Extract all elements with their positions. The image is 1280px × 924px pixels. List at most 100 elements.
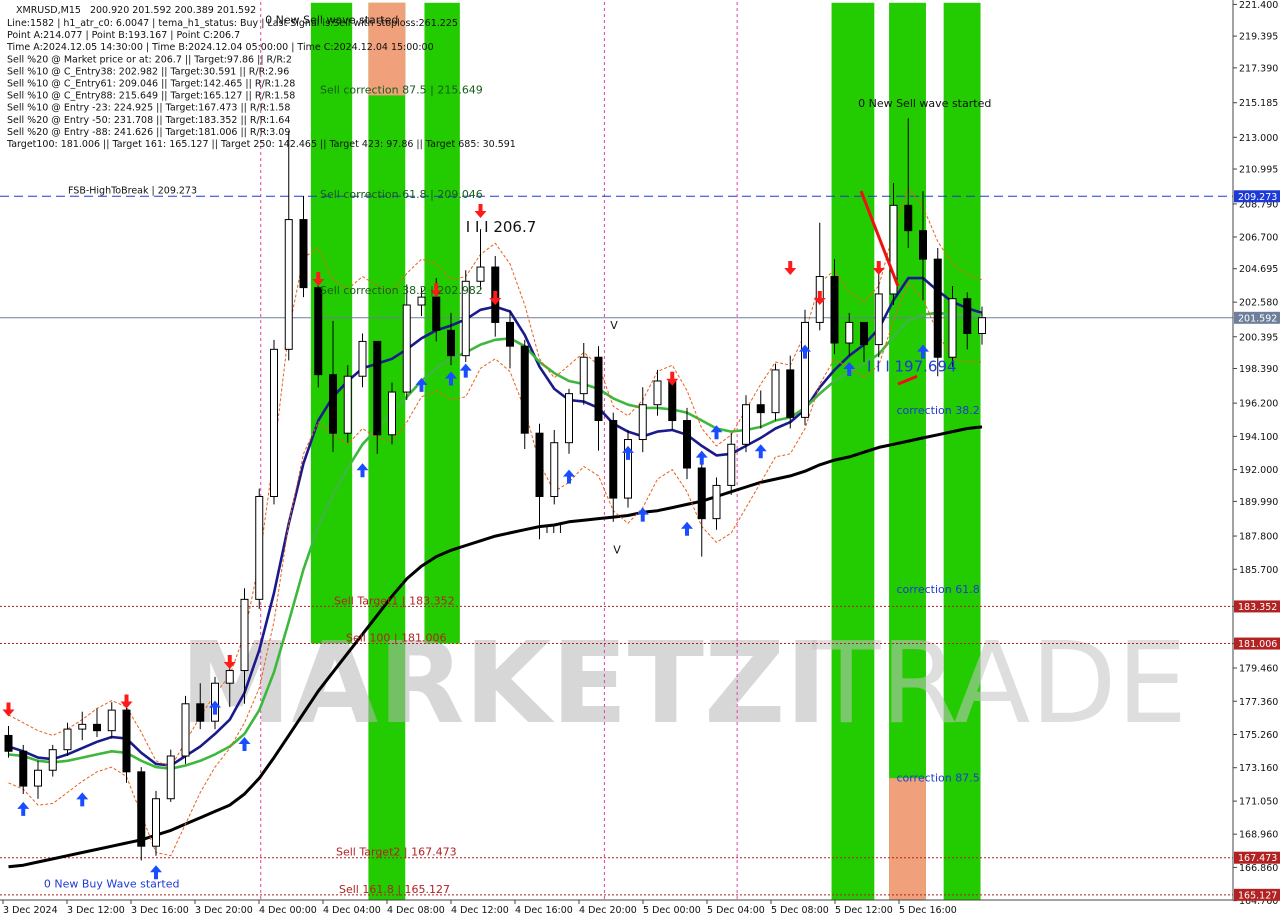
price-level-tag-label: 165.127 — [1238, 890, 1277, 901]
chart-annotation: I I I 197.694 — [867, 357, 957, 375]
level-label: Sell Target1 | 183.352 — [334, 594, 455, 607]
candle-body — [343, 375, 352, 434]
candle-body — [638, 404, 647, 441]
symbol-header: XMRUSD,M15 200.920 201.592 200.389 201.5… — [16, 5, 256, 16]
candle-body — [166, 755, 175, 800]
chart-annotation: V — [610, 319, 618, 332]
level-label: Sell correction 87.5 | 215.649 — [320, 83, 483, 96]
candle-body — [520, 345, 529, 434]
level-label: Sell 100 | 181.006 — [346, 632, 447, 645]
time-tick-label: 4 Dec 08:00 — [387, 905, 445, 916]
candle-body — [535, 432, 544, 497]
chart-annotation: correction 38.2 — [896, 404, 979, 417]
info-line: Sell %20 @ Entry -50: 231.708 || Target:… — [7, 115, 290, 126]
symbol-name: XMRUSD,M15 — [16, 5, 81, 16]
candle-body — [801, 321, 809, 418]
candle-body — [255, 495, 264, 600]
signal-zone — [889, 2, 926, 900]
price-tick-label: 189.990 — [1239, 497, 1278, 508]
candle-body — [240, 598, 249, 672]
price-level-label: FSB-HighToBreak | 209.273 — [68, 185, 197, 196]
info-line: Sell %20 @ Market price or at: 206.7 || … — [7, 54, 292, 65]
watermark-right: TRADE — [811, 619, 1187, 749]
price-tick-label: 177.360 — [1239, 697, 1278, 708]
chart-annotation: V — [613, 543, 621, 556]
time-tick-label: 3 Dec 12:00 — [67, 905, 125, 916]
price-tick-label: 213.000 — [1239, 133, 1278, 144]
signal-zone — [889, 778, 926, 900]
candle-body — [904, 204, 913, 232]
candle-body — [506, 321, 514, 347]
info-line: Point A:214.077 | Point B:193.167 | Poin… — [7, 30, 240, 41]
price-tick-label: 166.860 — [1239, 863, 1278, 874]
candle-body — [78, 723, 87, 730]
price-level-tag-label: 167.473 — [1238, 853, 1277, 864]
info-line: Sell %10 @ Entry -23: 224.925 || Target:… — [7, 103, 290, 114]
candle-body — [874, 293, 883, 346]
candle-body — [373, 340, 382, 436]
candle-body — [860, 321, 868, 346]
time-tick-label: 4 Dec 12:00 — [451, 905, 509, 916]
chart-annotation: I I I 206.7 — [466, 218, 537, 236]
candle-body — [299, 219, 308, 289]
price-level-tag-label: 209.273 — [1238, 192, 1277, 203]
candle-body — [565, 393, 573, 444]
candle-body — [668, 380, 677, 422]
time-tick-label: 4 Dec 00:00 — [259, 905, 317, 916]
candle-body — [63, 728, 72, 751]
watermark-left: MARKETZI — [180, 619, 827, 749]
time-tick-label: 4 Dec 04:00 — [323, 905, 381, 916]
candle-body — [19, 750, 28, 787]
candle-body — [550, 442, 559, 497]
price-level-tag-label: 181.006 — [1238, 639, 1277, 650]
candle-body — [93, 723, 101, 732]
candle-body — [447, 329, 455, 357]
level-label: Sell 161.8 | 165.127 — [339, 883, 450, 896]
price-tick-label: 215.185 — [1239, 98, 1278, 109]
level-label: Sell correction 38.2 | 202.982 — [320, 284, 483, 297]
candle-body — [594, 356, 603, 422]
candle-body — [270, 348, 278, 497]
info-line: Sell %10 @ C_Entry38: 202.982 || Target:… — [7, 66, 289, 77]
candle-body — [653, 380, 662, 406]
watermark: MARKETZI TRADE — [180, 619, 1187, 749]
candle-body — [358, 340, 367, 377]
time-tick-label: 4 Dec 16:00 — [515, 905, 573, 916]
candle-body — [963, 298, 972, 335]
price-tick-label: 171.050 — [1239, 797, 1278, 808]
price-tick-label: 202.580 — [1239, 298, 1278, 309]
candle-body — [845, 321, 854, 344]
candle-body — [771, 369, 780, 414]
candle-body — [402, 304, 411, 393]
candle-body — [122, 709, 131, 773]
candle-body — [919, 230, 927, 260]
candle-body — [152, 798, 160, 847]
chart-root: MARKETZI TRADE FSB-HighToBreak | 209.273… — [0, 0, 1280, 920]
info-line: Sell %10 @ C_Entry88: 215.649 || Target:… — [7, 91, 295, 102]
candle-body — [34, 769, 42, 787]
time-tick-label: 3 Dec 16:00 — [131, 905, 189, 916]
candle-body — [137, 771, 146, 847]
info-line: Target100: 181.006 || Target 161: 165.12… — [6, 139, 516, 150]
time-tick-label: 5 Dec 00:00 — [643, 905, 701, 916]
price-tick-label: 175.260 — [1239, 730, 1278, 741]
time-tick-label: 5 Dec 16:00 — [899, 905, 957, 916]
candle-body — [284, 219, 293, 350]
info-line: Line:1582 | h1_atr_c0: 6.0047 | tema_h1_… — [7, 18, 458, 29]
candle-body — [609, 420, 618, 499]
candle-body — [181, 703, 190, 757]
candle-body — [756, 404, 765, 414]
price-tick-label: 204.695 — [1239, 264, 1278, 275]
candle-body — [742, 404, 750, 445]
candle-body — [697, 467, 706, 520]
price-tick-label: 198.390 — [1239, 364, 1278, 375]
time-tick-label: 4 Dec 20:00 — [579, 905, 637, 916]
chart-svg[interactable]: MARKETZI TRADE FSB-HighToBreak | 209.273… — [0, 0, 1280, 920]
candle-body — [196, 703, 205, 722]
info-line: Sell %10 @ C_Entry61: 209.046 || Target:… — [7, 79, 295, 90]
candle-body — [329, 374, 337, 434]
price-level-tag-label: 201.592 — [1238, 313, 1277, 324]
candle-body — [727, 443, 736, 486]
price-tick-label: 173.160 — [1239, 763, 1278, 774]
price-level-tag-label: 183.352 — [1238, 602, 1277, 613]
